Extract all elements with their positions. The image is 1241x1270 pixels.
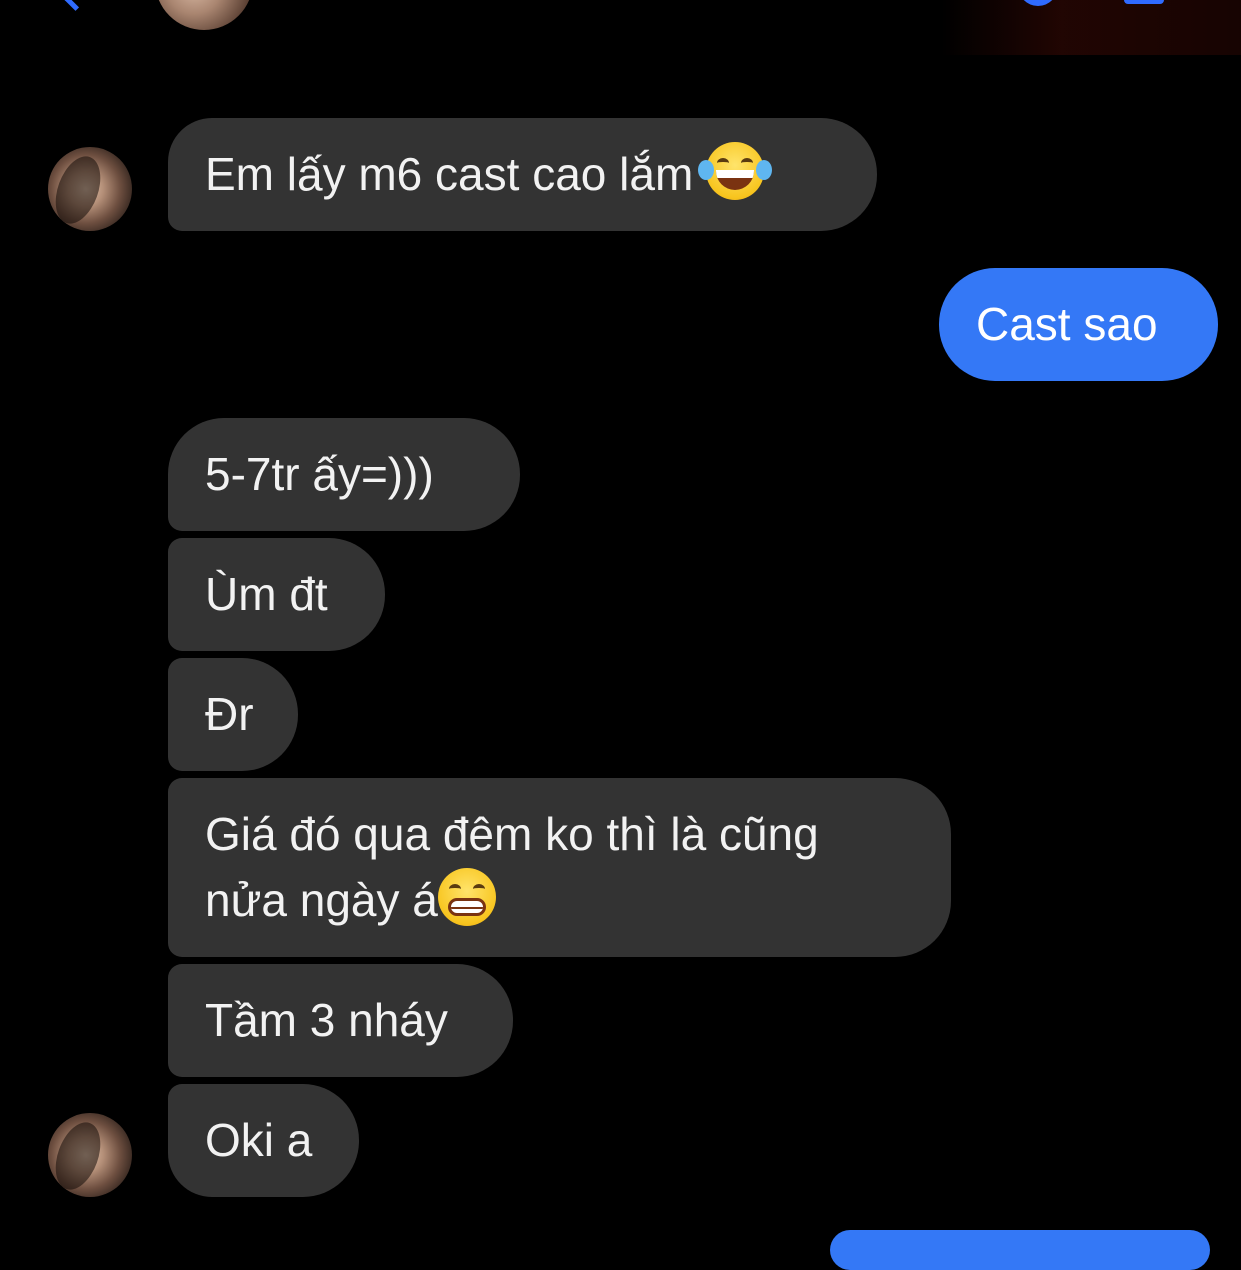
incoming-message[interactable]: Em lấy m6 cast cao lắm (168, 118, 877, 231)
video-icon[interactable] (1124, 0, 1164, 4)
message-text: Cast sao (976, 298, 1158, 350)
incoming-message[interactable]: Giá đó qua đêm ko thì là cũng nửa ngày á (168, 778, 951, 957)
message-text: Đr (205, 688, 254, 740)
message-text: Tầm 3 nháy (205, 994, 448, 1046)
outgoing-message-partial[interactable] (830, 1230, 1210, 1270)
message-text: Ùm đt (205, 568, 328, 620)
message-text-line-2: nửa ngày á (205, 867, 914, 933)
message-text: Em lấy m6 cast cao lắm (205, 148, 694, 200)
incoming-message[interactable]: Tầm 3 nháy (168, 964, 513, 1077)
incoming-message[interactable]: Oki a (168, 1084, 359, 1197)
sender-avatar[interactable] (48, 1113, 132, 1197)
chevron-left-icon[interactable] (62, 0, 89, 11)
message-text: 5-7tr ấy=))) (205, 448, 434, 500)
grinning-face-icon (437, 868, 496, 926)
sender-avatar[interactable] (48, 147, 132, 231)
chat-header (0, 0, 1241, 55)
message-text: nửa ngày á (205, 874, 438, 926)
outgoing-message[interactable]: Cast sao (939, 268, 1218, 381)
incoming-message[interactable]: Ùm đt (168, 538, 385, 651)
incoming-message[interactable]: 5-7tr ấy=))) (168, 418, 520, 531)
message-text: Oki a (205, 1114, 313, 1166)
message-text-line-1: Giá đó qua đêm ko thì là cũng (205, 808, 819, 860)
face-with-tears-of-joy-icon (698, 142, 773, 200)
incoming-message[interactable]: Đr (168, 658, 298, 771)
header-background-glow (941, 0, 1241, 55)
contact-avatar[interactable] (155, 0, 253, 30)
